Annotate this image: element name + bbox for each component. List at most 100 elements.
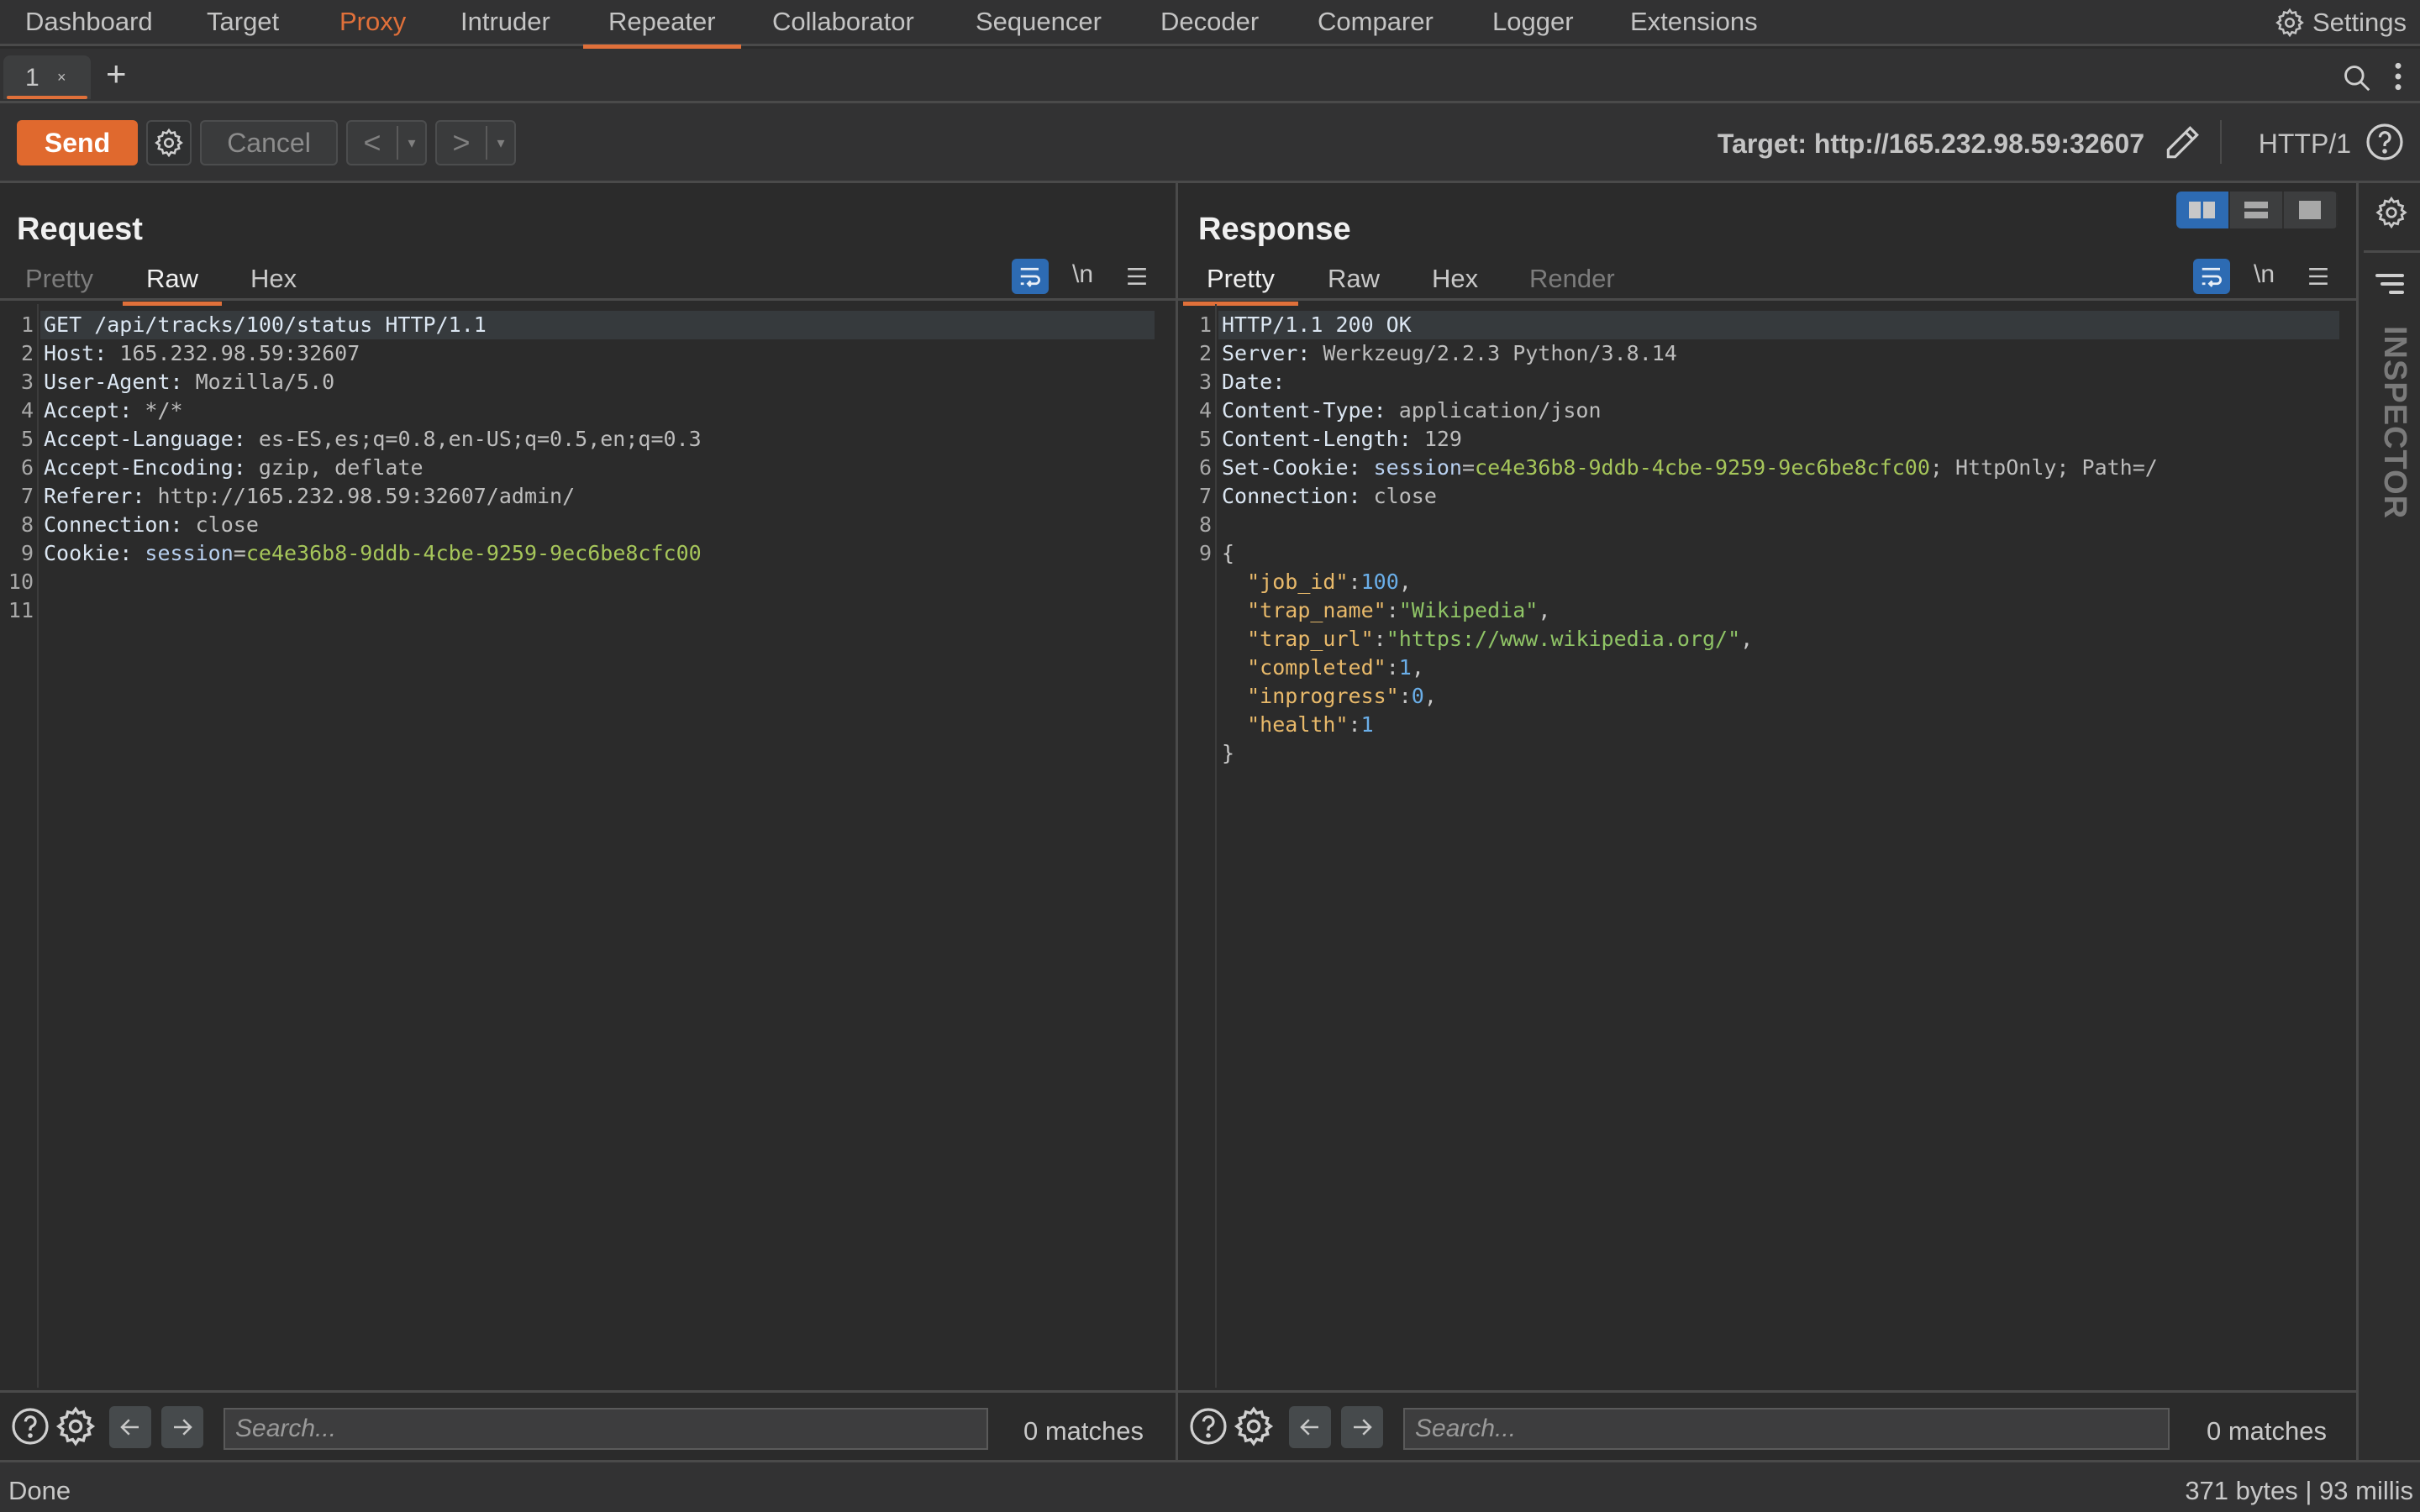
request-line[interactable]: 10 <box>0 568 1176 596</box>
nav-repeater[interactable]: Repeater <box>583 7 740 49</box>
response-line[interactable]: "job_id":100, <box>1178 568 2356 596</box>
request-tab-pretty[interactable]: Pretty <box>25 264 93 294</box>
settings-button[interactable]: Settings <box>2274 7 2407 39</box>
response-line[interactable]: 2 Server: Werkzeug/2.2.3 Python/3.8.14 <box>1178 339 2356 368</box>
line-text: Server: Werkzeug/2.2.3 Python/3.8.14 <box>1222 339 1677 368</box>
gear-icon[interactable] <box>1232 1404 1276 1448</box>
request-line[interactable]: 5 Accept-Language: es-ES,es;q=0.8,en-US;q… <box>0 425 1176 454</box>
http-version-toggle[interactable]: HTTP/1 <box>2259 129 2351 160</box>
repeater-tab-1[interactable]: 1 × <box>3 55 91 99</box>
nav-sequencer[interactable]: Sequencer <box>976 7 1102 44</box>
gear-icon[interactable] <box>54 1404 97 1448</box>
response-search-input[interactable] <box>1403 1408 2170 1450</box>
response-line[interactable]: 5 Content-Length: 129 <box>1178 425 2356 454</box>
previous-match-button[interactable] <box>109 1406 151 1448</box>
response-tab-raw[interactable]: Raw <box>1328 264 1380 294</box>
search-icon[interactable] <box>2341 62 2373 94</box>
show-newlines-toggle[interactable]: \n <box>1072 260 1093 289</box>
line-number: 10 <box>8 570 34 594</box>
request-tab-raw[interactable]: Raw <box>122 264 223 306</box>
add-tab-button[interactable]: + <box>106 56 127 92</box>
cancel-button[interactable]: Cancel <box>200 120 338 165</box>
request-line[interactable]: 8 Connection: close <box>0 511 1176 539</box>
response-line[interactable]: } <box>1178 739 2356 768</box>
request-line[interactable]: 7 Referer: http://165.232.98.59:32607/adm… <box>0 482 1176 511</box>
token: close <box>195 512 259 537</box>
response-line[interactable]: "trap_url":"https://www.wikipedia.org/", <box>1178 625 2356 654</box>
layout-side-by-side-button[interactable] <box>2176 192 2230 228</box>
help-icon[interactable] <box>1188 1406 1228 1446</box>
response-line[interactable]: "inprogress":0, <box>1178 682 2356 711</box>
more-options-icon[interactable] <box>2393 60 2403 92</box>
word-wrap-toggle[interactable] <box>1012 259 1049 294</box>
response-line[interactable]: 3 Date: <box>1178 368 2356 396</box>
nav-intruder[interactable]: Intruder <box>460 7 550 44</box>
response-line[interactable]: 9{ <box>1178 539 2356 568</box>
token: } <box>1222 741 1235 765</box>
request-tab-hex[interactable]: Hex <box>250 264 297 294</box>
request-editor[interactable]: 1 GET /api/tracks/100/status HTTP/1.1 2 Hos… <box>0 304 1176 1388</box>
send-options-button[interactable] <box>146 120 192 165</box>
response-line[interactable]: 6 Set-Cookie: session=ce4e36b8-9ddb-4cbe-… <box>1178 454 2356 482</box>
history-back-button[interactable]: < ▾ <box>346 120 427 165</box>
request-search-input[interactable] <box>224 1408 988 1450</box>
word-wrap-toggle[interactable] <box>2193 259 2230 294</box>
line-number: 11 <box>8 598 34 622</box>
chevron-down-icon[interactable]: ▾ <box>398 134 425 152</box>
chevron-down-icon[interactable]: ▾ <box>487 134 514 152</box>
request-line[interactable]: 1 GET /api/tracks/100/status HTTP/1.1 <box>0 311 1176 339</box>
line-text: "inprogress":0, <box>1222 682 1437 711</box>
request-line[interactable]: 6 Accept-Encoding: gzip, deflate <box>0 454 1176 482</box>
nav-comparer[interactable]: Comparer <box>1318 7 1434 44</box>
send-button[interactable]: Send <box>17 120 138 165</box>
inspector-tab[interactable]: INSPECTOR <box>2376 326 2412 519</box>
show-newlines-toggle[interactable]: \n <box>2254 260 2275 289</box>
help-icon[interactable] <box>2365 122 2405 162</box>
nav-extensions[interactable]: Extensions <box>1630 7 1758 44</box>
settings-label: Settings <box>2312 8 2407 37</box>
response-line[interactable]: 4 Content-Type: application/json <box>1178 396 2356 425</box>
hamburger-menu-icon[interactable] <box>2307 265 2329 287</box>
response-line[interactable]: 7 Connection: close <box>1178 482 2356 511</box>
nav-collaborator[interactable]: Collaborator <box>772 7 914 44</box>
layout-tabbed-button[interactable] <box>2284 192 2338 228</box>
close-tab-icon[interactable]: × <box>57 69 66 87</box>
gear-icon[interactable] <box>2374 195 2409 230</box>
nav-decoder[interactable]: Decoder <box>1160 7 1259 44</box>
next-match-button[interactable] <box>1341 1406 1383 1448</box>
response-editor[interactable]: 1 HTTP/1.1 200 OK 2 Server: Werkzeug/2.2.3 … <box>1178 304 2356 1388</box>
request-line[interactable]: 4 Accept: */* <box>0 396 1176 425</box>
request-line[interactable]: 9 Cookie: session=ce4e36b8-9ddb-4cbe-9259… <box>0 539 1176 568</box>
repeater-toolbar: Send Cancel < ▾ > ▾ Target: http://165.2… <box>0 103 2420 183</box>
nav-target[interactable]: Target <box>207 7 279 44</box>
response-line[interactable]: 1 HTTP/1.1 200 OK <box>1178 311 2356 339</box>
previous-match-button[interactable] <box>1289 1406 1331 1448</box>
line-text: "trap_url":"https://www.wikipedia.org/", <box>1222 625 1753 654</box>
request-line[interactable]: 11 <box>0 596 1176 625</box>
top-nav: Dashboard Target Proxy Intruder Repeater… <box>0 0 2420 49</box>
next-match-button[interactable] <box>161 1406 203 1448</box>
response-tab-render[interactable]: Render <box>1529 264 1615 294</box>
hamburger-menu-icon[interactable] <box>1126 265 1148 287</box>
token: close <box>1373 484 1437 508</box>
response-line[interactable]: "health":1 <box>1178 711 2356 739</box>
filter-icon[interactable] <box>2374 270 2406 297</box>
history-forward-button[interactable]: > ▾ <box>435 120 516 165</box>
layout-stacked-button[interactable] <box>2230 192 2284 228</box>
edit-target-icon[interactable] <box>2161 122 2203 164</box>
response-line[interactable]: "trap_name":"Wikipedia", <box>1178 596 2356 625</box>
request-line[interactable]: 2 Host: 165.232.98.59:32607 <box>0 339 1176 368</box>
response-line[interactable]: 8 <box>1178 511 2356 539</box>
token: = <box>233 541 246 565</box>
nav-proxy[interactable]: Proxy <box>339 7 406 44</box>
help-icon[interactable] <box>10 1406 50 1446</box>
response-line[interactable]: "completed":1, <box>1178 654 2356 682</box>
token: 165.232.98.59:32607 <box>119 341 360 365</box>
nav-dashboard[interactable]: Dashboard <box>25 7 153 44</box>
nav-logger[interactable]: Logger <box>1492 7 1574 44</box>
response-tab-pretty[interactable]: Pretty <box>1183 264 1298 306</box>
request-line[interactable]: 3 User-Agent: Mozilla/5.0 <box>0 368 1176 396</box>
response-tab-hex[interactable]: Hex <box>1432 264 1478 294</box>
